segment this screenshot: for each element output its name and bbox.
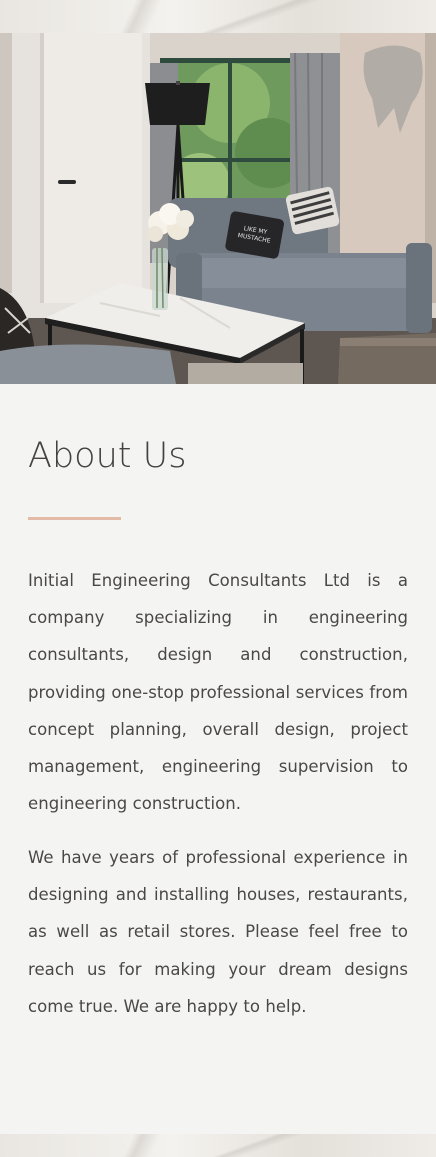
heading-divider (28, 517, 121, 520)
marble-band-top (0, 0, 436, 33)
about-paragraph-1: Initial Engineering Consultants Ltd is a… (28, 571, 408, 814)
marble-band-bottom (0, 1134, 436, 1157)
about-section: About Us Initial Engineering Consultants… (0, 384, 436, 1134)
about-paragraph-2: We have years of professional experience… (28, 848, 408, 1016)
hero-image: LIKE MY MUSTACHE (0, 33, 436, 384)
about-heading: About Us (28, 436, 187, 476)
